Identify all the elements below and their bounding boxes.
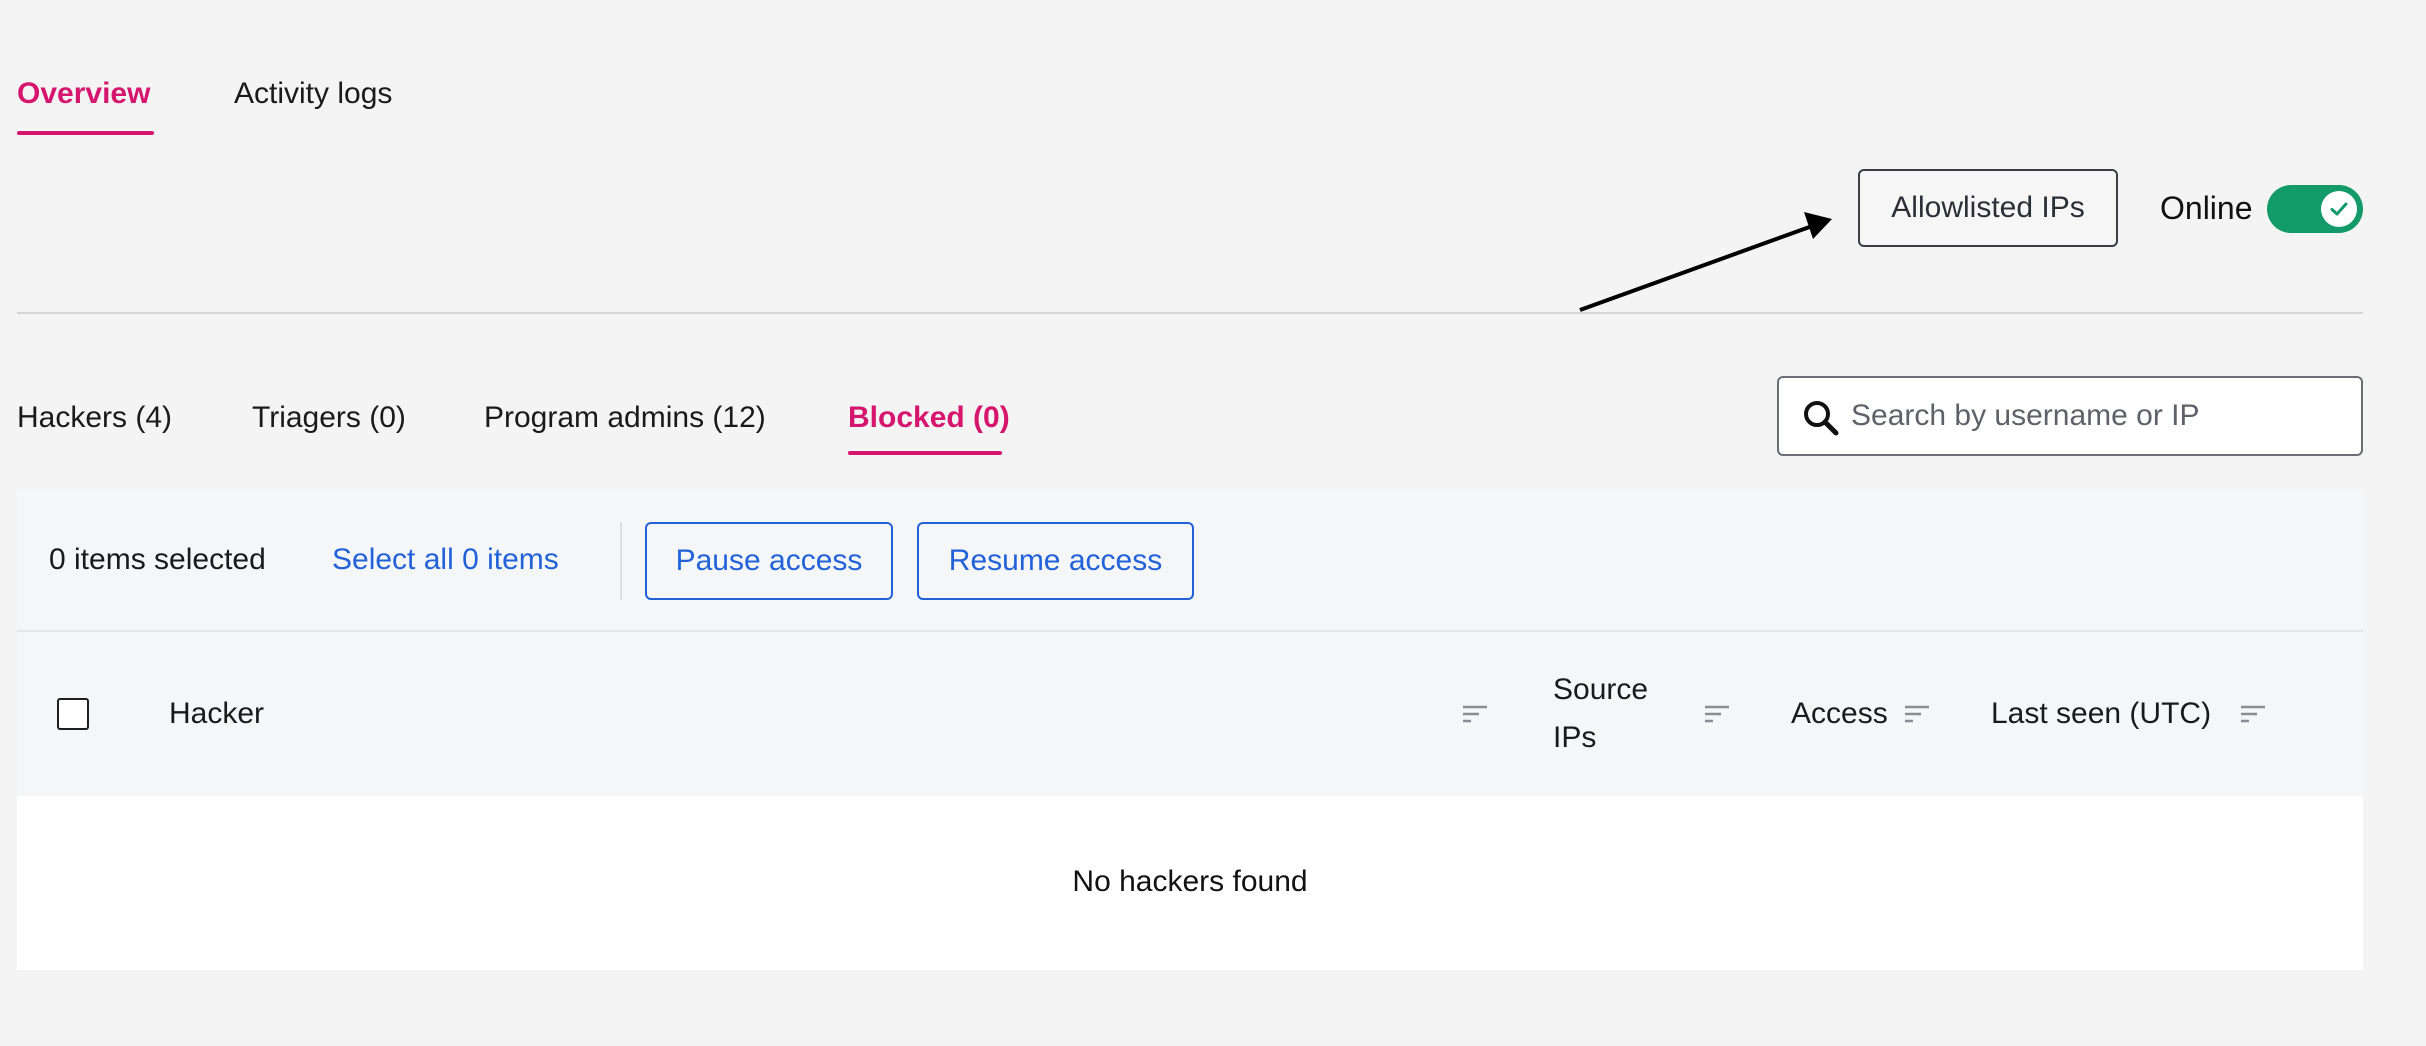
table-header: Hacker Source IPs Access Last seen (UTC) (17, 632, 2363, 796)
sort-last-seen-icon[interactable] (2239, 703, 2267, 725)
items-selected-count: 0 items selected (49, 543, 266, 576)
select-all-checkbox[interactable] (57, 698, 89, 730)
search-input[interactable] (1851, 378, 2351, 454)
column-last-seen[interactable]: Last seen (UTC) (1991, 690, 2211, 738)
sort-source-ips-icon[interactable] (1703, 703, 1731, 725)
selection-toolbar: 0 items selected Select all 0 items Paus… (17, 490, 2363, 632)
tab-overview-underline (17, 131, 154, 135)
toolbar-divider (620, 522, 622, 600)
header-divider (17, 312, 2363, 314)
tab-blocked[interactable]: Blocked (0) (848, 398, 1010, 438)
annotation-arrow (1579, 212, 1832, 312)
online-toggle[interactable] (2267, 185, 2363, 233)
tab-program-admins[interactable]: Program admins (12) (484, 398, 766, 438)
online-label: Online (2160, 190, 2253, 226)
tab-hackers[interactable]: Hackers (4) (17, 398, 172, 438)
allowlisted-ips-button[interactable]: Allowlisted IPs (1858, 169, 2118, 247)
select-all-link[interactable]: Select all 0 items (332, 540, 559, 580)
check-icon (2330, 202, 2348, 216)
sort-access-icon[interactable] (1903, 703, 1931, 725)
column-source-ips[interactable]: Source IPs (1553, 666, 1663, 762)
pause-access-button[interactable]: Pause access (645, 522, 893, 600)
search-icon (1804, 401, 1839, 436)
table-body: No hackers found (17, 796, 2363, 970)
column-access[interactable]: Access (1791, 690, 1888, 738)
toggle-knob (2321, 191, 2357, 227)
column-hacker[interactable]: Hacker (169, 690, 264, 738)
resume-access-button[interactable]: Resume access (917, 522, 1194, 600)
tab-overview[interactable]: Overview (17, 74, 150, 114)
tab-blocked-underline (848, 451, 1002, 455)
empty-state-message: No hackers found (1072, 865, 1308, 898)
sort-hacker-icon[interactable] (1461, 703, 1489, 725)
search-box[interactable] (1777, 376, 2363, 456)
tab-triagers[interactable]: Triagers (0) (252, 398, 406, 438)
tab-activity-logs[interactable]: Activity logs (234, 74, 392, 114)
